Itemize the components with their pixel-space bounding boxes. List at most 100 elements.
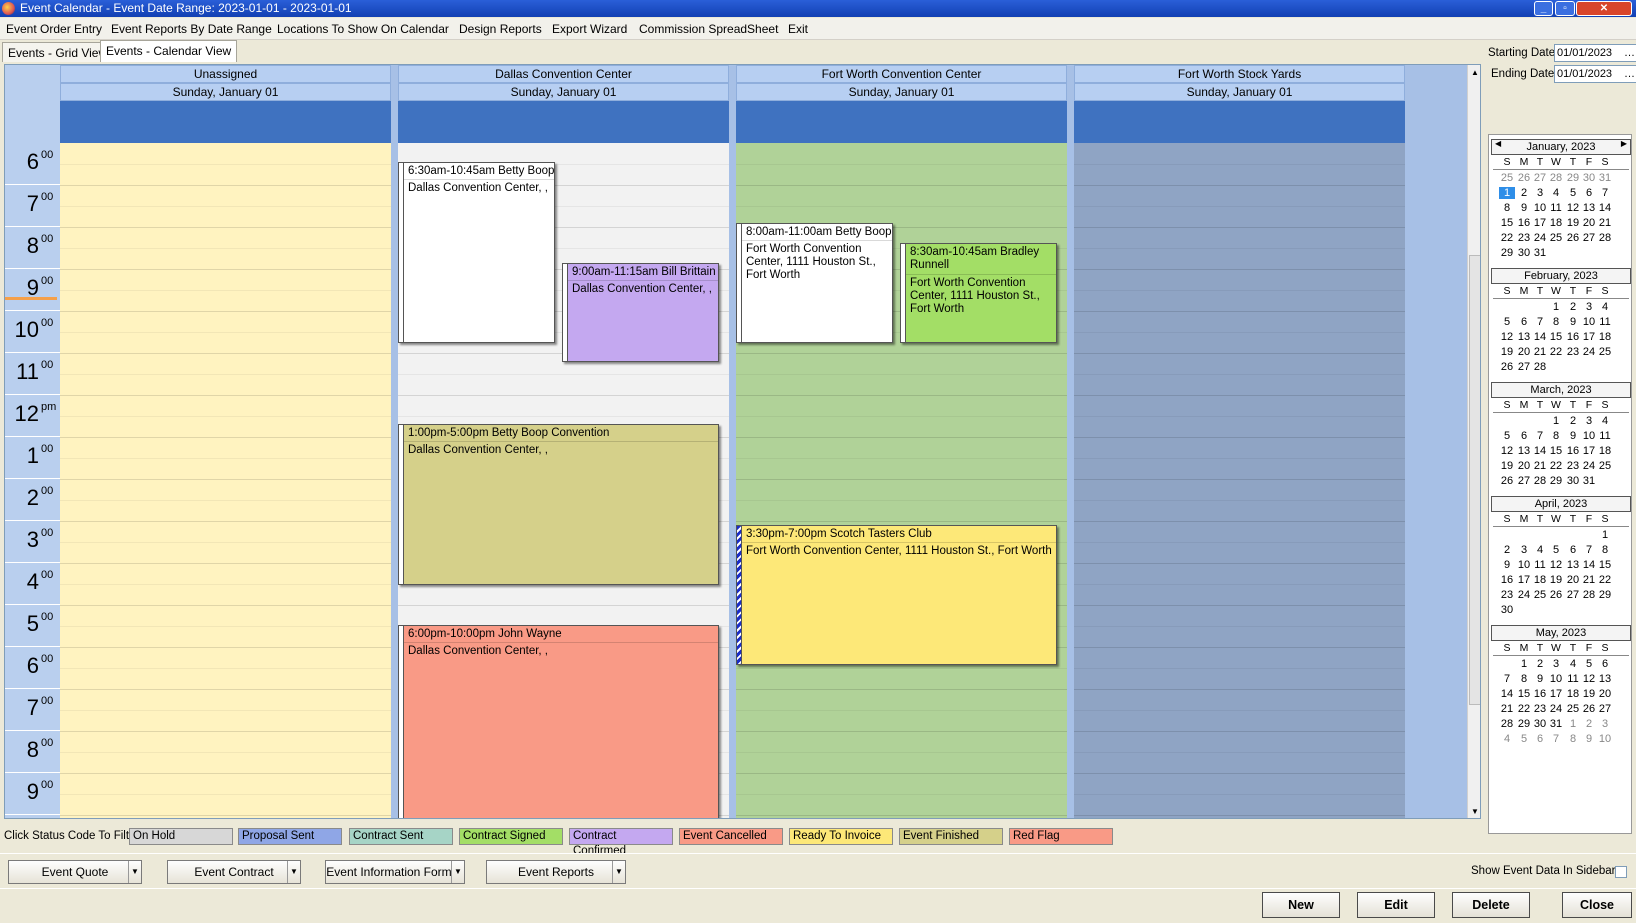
day-cell[interactable]: 26 — [1499, 361, 1515, 373]
day-cell[interactable]: 23 — [1516, 232, 1532, 244]
next-month-icon[interactable]: ▶ — [1621, 139, 1627, 148]
day-cell[interactable]: 6 — [1532, 733, 1548, 745]
day-cell[interactable]: 23 — [1499, 589, 1515, 601]
menu-event-order-entry[interactable]: Event Order Entry — [6, 22, 102, 36]
event-reports-button[interactable]: Event Reports ▼ — [486, 860, 626, 884]
day-cell[interactable]: 30 — [1565, 475, 1581, 487]
day-cell[interactable]: 28 — [1581, 589, 1597, 601]
day-cell[interactable]: 13 — [1581, 202, 1597, 214]
day-cell[interactable]: 17 — [1516, 574, 1532, 586]
scroll-thumb[interactable] — [1469, 255, 1480, 705]
day-cell[interactable]: 8 — [1499, 202, 1515, 214]
day-cell[interactable]: 3 — [1516, 544, 1532, 556]
day-cell[interactable]: 15 — [1516, 688, 1532, 700]
day-cell[interactable]: 26 — [1516, 172, 1532, 184]
day-cell[interactable]: 26 — [1548, 589, 1564, 601]
day-cell[interactable]: 23 — [1565, 346, 1581, 358]
day-cell[interactable]: 28 — [1548, 172, 1564, 184]
day-cell[interactable]: 15 — [1499, 217, 1515, 229]
show-sidebar-checkbox[interactable] — [1615, 866, 1627, 878]
day-cell[interactable]: 29 — [1597, 589, 1613, 601]
day-cell[interactable]: 15 — [1597, 559, 1613, 571]
day-cell[interactable]: 1 — [1499, 187, 1515, 199]
day-cell[interactable]: 9 — [1516, 202, 1532, 214]
day-cell[interactable]: 1 — [1597, 529, 1613, 541]
day-cell[interactable]: 4 — [1597, 301, 1613, 313]
date-picker-icon[interactable]: … — [1624, 45, 1635, 61]
day-cell[interactable]: 22 — [1548, 346, 1564, 358]
day-cell[interactable]: 26 — [1581, 703, 1597, 715]
status-filter-contract-sent[interactable]: Contract Sent — [349, 828, 453, 845]
day-cell[interactable]: 27 — [1516, 475, 1532, 487]
column-header-fort-worth-cc[interactable]: Fort Worth Convention Center — [736, 65, 1067, 83]
day-cell[interactable]: 23 — [1565, 460, 1581, 472]
day-cell[interactable]: 25 — [1548, 232, 1564, 244]
day-cell[interactable]: 31 — [1548, 718, 1564, 730]
day-cell[interactable]: 25 — [1565, 703, 1581, 715]
day-cell[interactable]: 7 — [1581, 544, 1597, 556]
day-cell[interactable]: 28 — [1597, 232, 1613, 244]
day-cell[interactable]: 12 — [1581, 673, 1597, 685]
delete-button[interactable]: Delete — [1452, 892, 1530, 918]
menu-design-reports[interactable]: Design Reports — [459, 22, 542, 36]
event-card[interactable]: 8:30am-10:45am Bradley Runnell Fort Wort… — [900, 243, 1057, 343]
day-cell[interactable]: 1 — [1565, 718, 1581, 730]
day-cell[interactable]: 10 — [1532, 202, 1548, 214]
column-stock-yards[interactable] — [1074, 143, 1405, 818]
day-cell[interactable]: 4 — [1532, 544, 1548, 556]
day-cell[interactable]: 17 — [1532, 217, 1548, 229]
menu-locations-to-show[interactable]: Locations To Show On Calendar — [277, 22, 449, 36]
day-cell[interactable]: 6 — [1581, 187, 1597, 199]
day-cell[interactable]: 28 — [1532, 361, 1548, 373]
day-cell[interactable]: 3 — [1548, 658, 1564, 670]
day-cell[interactable]: 20 — [1581, 217, 1597, 229]
day-cell[interactable]: 30 — [1499, 604, 1515, 616]
day-cell[interactable]: 5 — [1548, 544, 1564, 556]
day-cell[interactable]: 8 — [1548, 316, 1564, 328]
day-cell[interactable]: 17 — [1548, 688, 1564, 700]
day-cell[interactable]: 18 — [1532, 574, 1548, 586]
day-cell[interactable]: 17 — [1581, 331, 1597, 343]
day-cell[interactable]: 5 — [1565, 187, 1581, 199]
day-cell[interactable]: 2 — [1532, 658, 1548, 670]
day-cell[interactable]: 12 — [1499, 331, 1515, 343]
day-cell[interactable]: 8 — [1597, 544, 1613, 556]
day-cell[interactable]: 13 — [1597, 673, 1613, 685]
chevron-down-icon[interactable]: ▼ — [612, 861, 625, 883]
day-cell[interactable]: 27 — [1532, 172, 1548, 184]
day-cell[interactable]: 22 — [1516, 703, 1532, 715]
day-cell[interactable]: 21 — [1597, 217, 1613, 229]
day-cell[interactable]: 5 — [1499, 430, 1515, 442]
day-cell[interactable]: 20 — [1516, 346, 1532, 358]
status-filter-proposal-sent[interactable]: Proposal Sent — [238, 828, 342, 845]
day-cell[interactable]: 2 — [1516, 187, 1532, 199]
day-cell[interactable]: 27 — [1565, 589, 1581, 601]
day-cell[interactable]: 29 — [1548, 475, 1564, 487]
day-cell[interactable]: 26 — [1565, 232, 1581, 244]
day-cell[interactable]: 19 — [1499, 460, 1515, 472]
menu-export-wizard[interactable]: Export Wizard — [552, 22, 627, 36]
day-cell[interactable]: 13 — [1516, 331, 1532, 343]
all-day-area-unassigned[interactable] — [60, 101, 391, 143]
chevron-down-icon[interactable]: ▼ — [128, 861, 141, 883]
column-header-unassigned[interactable]: Unassigned — [60, 65, 391, 83]
day-cell[interactable]: 10 — [1581, 316, 1597, 328]
ending-date-field[interactable]: 01/01/2023 … — [1554, 65, 1636, 83]
day-cell[interactable]: 5 — [1516, 733, 1532, 745]
tab-grid-view[interactable]: Events - Grid View — [2, 42, 114, 62]
event-contract-button[interactable]: Event Contract ▼ — [167, 860, 301, 884]
day-cell[interactable]: 3 — [1597, 718, 1613, 730]
day-cell[interactable]: 7 — [1597, 187, 1613, 199]
day-cell[interactable]: 3 — [1581, 415, 1597, 427]
day-cell[interactable]: 30 — [1516, 247, 1532, 259]
day-cell[interactable]: 25 — [1597, 346, 1613, 358]
day-cell[interactable]: 20 — [1597, 688, 1613, 700]
status-filter-red-flag[interactable]: Red Flag — [1009, 828, 1113, 845]
status-filter-contract-confirmed[interactable]: Contract Confirmed — [569, 828, 673, 857]
day-cell[interactable]: 4 — [1565, 658, 1581, 670]
all-day-area-dallas[interactable] — [398, 101, 729, 143]
column-header-dallas[interactable]: Dallas Convention Center — [398, 65, 729, 83]
new-button[interactable]: New — [1262, 892, 1340, 918]
event-card[interactable]: 6:00pm-10:00pm John Wayne Dallas Convent… — [398, 625, 719, 818]
day-cell[interactable]: 24 — [1581, 346, 1597, 358]
